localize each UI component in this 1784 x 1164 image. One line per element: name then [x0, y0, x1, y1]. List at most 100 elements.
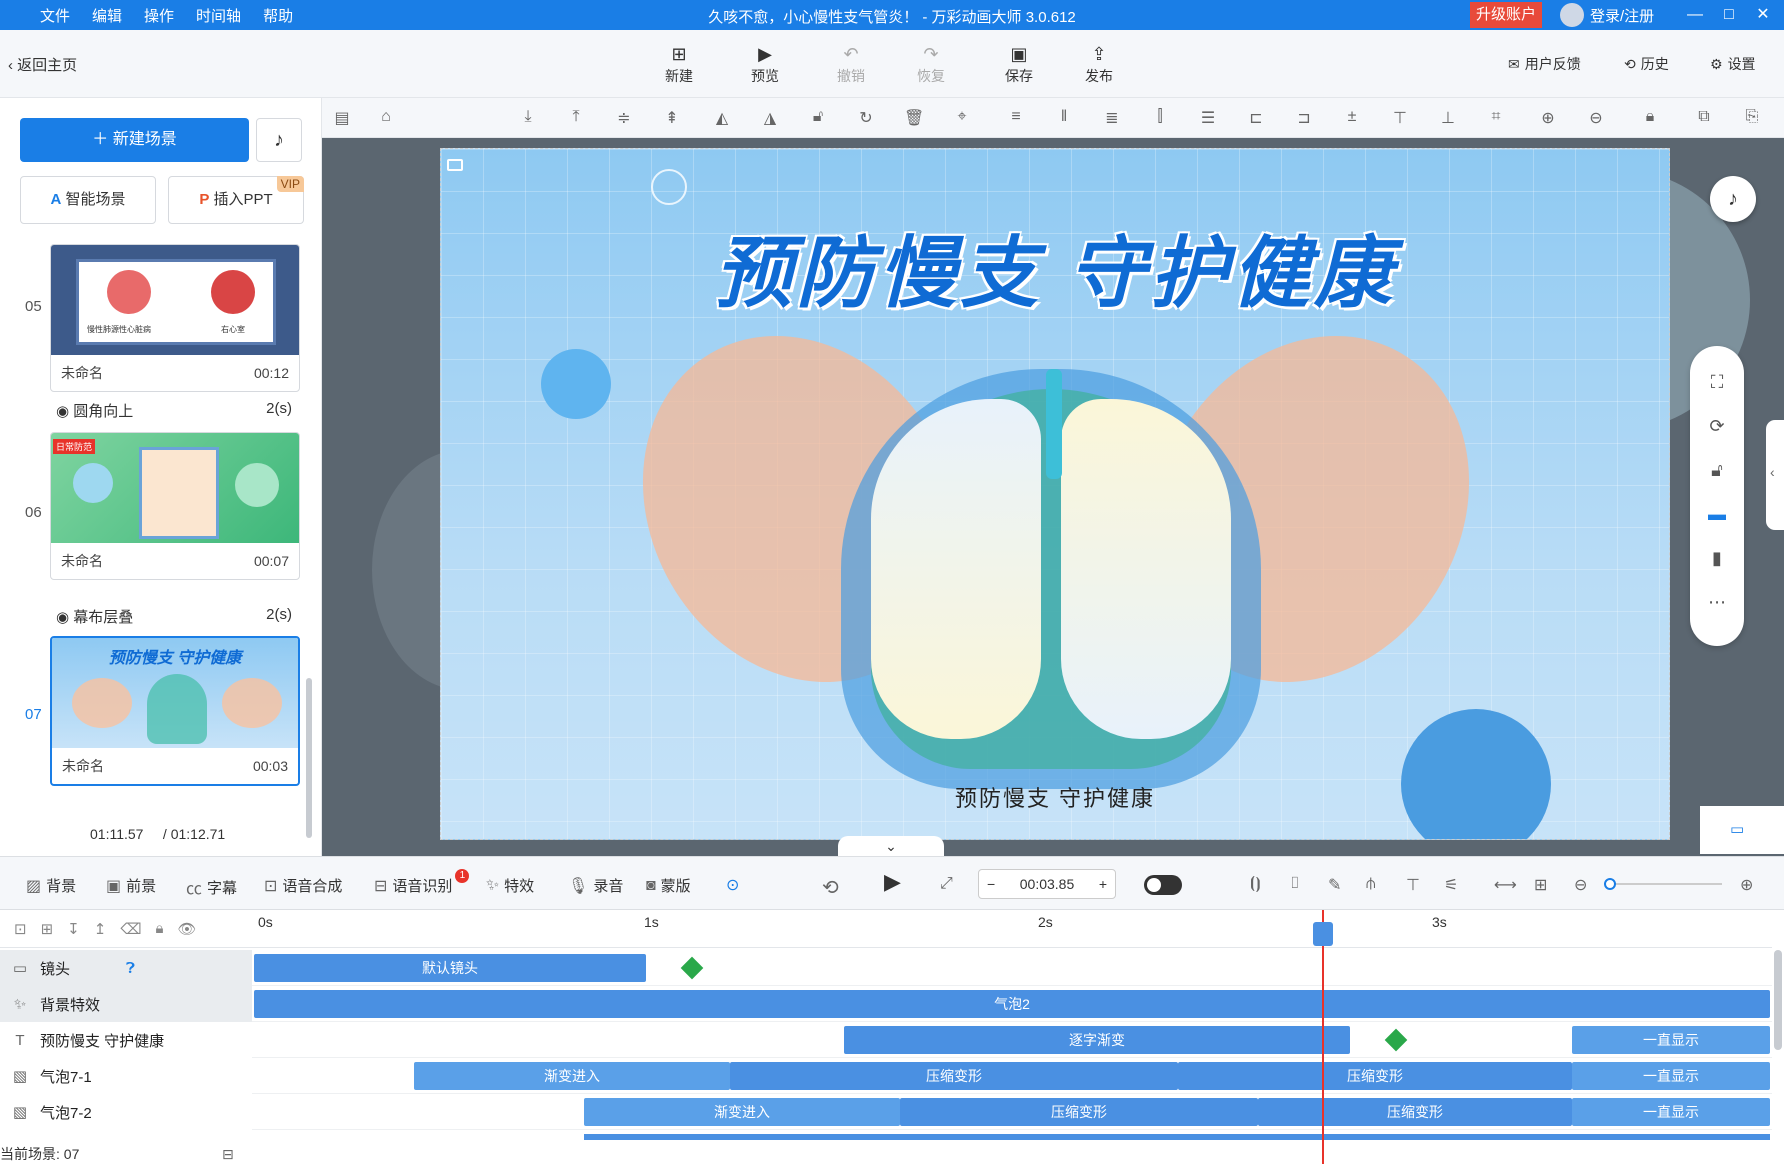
paste-icon[interactable]: ⎘ [1742, 108, 1762, 126]
fit-screen-icon[interactable]: ⛶ [1690, 372, 1744, 393]
timeline-segment[interactable]: 一直显示 [1572, 1062, 1770, 1090]
flip-horizontal-icon[interactable]: ◭ [712, 108, 732, 128]
more-icon[interactable]: ⋯ [1690, 592, 1744, 613]
landscape-icon[interactable]: ▬ [1690, 504, 1744, 525]
timeline-segment[interactable]: 压缩变形 [1178, 1062, 1572, 1090]
scene-list-scrollbar[interactable] [306, 678, 312, 838]
timecode-stepper[interactable]: − 00:03.85 + [978, 869, 1116, 899]
minimize-icon[interactable]: — [1684, 4, 1706, 26]
unlock-icon[interactable]: 🔓︎ [1690, 460, 1744, 481]
fullscreen-button[interactable]: ⤢ [940, 875, 953, 893]
playhead[interactable] [1322, 910, 1324, 1164]
move-up-icon[interactable]: ↥ [94, 920, 107, 938]
replay-button[interactable]: ⟲ [822, 875, 839, 900]
fit-width-button[interactable]: ⟷ [1494, 875, 1517, 895]
scene-thumbnail-05[interactable]: 慢性肺源性心脏病 右心室 未命名 00:12 [50, 244, 300, 392]
portrait-icon[interactable]: ▮ [1690, 548, 1744, 569]
keyframe-icon[interactable] [680, 956, 704, 980]
distribute-icon[interactable]: ⇞ [662, 108, 682, 128]
timeline-segment[interactable]: 渐变进入 [414, 1062, 730, 1090]
background-button[interactable]: ▨ 背景 [26, 875, 76, 896]
redo-button[interactable]: ↷ 恢复 [900, 42, 962, 86]
new-scene-button[interactable]: ＋ 新建场景 [20, 118, 249, 162]
save-button[interactable]: ▣ 保存 [988, 42, 1050, 86]
publish-button[interactable]: ⇪ 发布 [1068, 42, 1130, 86]
transition-item[interactable]: ◉ 幕布层叠 2(s) [56, 606, 292, 627]
playhead-handle[interactable] [1313, 922, 1333, 946]
distribute-v-icon[interactable]: ☰ [1198, 108, 1218, 128]
transition-item[interactable]: ◉ 圆角向上 2(s) [56, 400, 292, 421]
center-h-icon[interactable]: ± [1342, 108, 1362, 126]
track-row[interactable]: ✨︎ 背景特效 气泡2 [0, 986, 1772, 1022]
play-button[interactable]: ▶ [884, 869, 901, 895]
rotate-device-icon[interactable]: ⟳ [1690, 416, 1744, 437]
undo-button[interactable]: ↶ 撤销 [820, 42, 882, 86]
flip-vertical-icon[interactable]: ◮ [760, 108, 780, 128]
time-ruler[interactable]: 0s 1s 2s 3s [252, 910, 1772, 948]
delete-icon[interactable]: ⌫ [120, 920, 141, 938]
bottom-align-icon[interactable]: ⊥ [1438, 108, 1458, 128]
history-button[interactable]: ⟲ 历史 [1624, 54, 1669, 74]
new-button[interactable]: ⊞ 新建 [648, 42, 710, 86]
subtitle-text[interactable]: 预防慢支 守护健康 [441, 781, 1669, 813]
plus-icon[interactable]: + [1099, 876, 1107, 892]
align-l-icon[interactable]: ⊏ [1246, 108, 1266, 128]
focus-icon[interactable]: ⌖ [952, 108, 972, 126]
music-note-button[interactable]: ♪ [1710, 176, 1756, 222]
close-icon[interactable]: ✕ [1752, 4, 1774, 26]
split-button[interactable]: ⫛ [1366, 875, 1376, 893]
doc-icon[interactable]: ⊟ [222, 1146, 234, 1163]
filter-button[interactable]: ⊤ [1406, 875, 1420, 895]
copy-icon[interactable]: ⧉ [1694, 108, 1714, 126]
edit-button[interactable]: ✎ [1328, 875, 1341, 895]
track-row[interactable]: ▭ 镜头 ❓︎ 默认镜头 [0, 950, 1772, 986]
right-lung-image[interactable] [1061, 399, 1231, 739]
settings-button[interactable]: ⚙ 设置 [1710, 54, 1756, 74]
scene-thumbnail-07[interactable]: 预防慢支 守护健康 未命名 00:03 [50, 636, 300, 786]
eye-icon[interactable]: 👁︎ [178, 920, 197, 938]
loop-toggle[interactable] [1144, 875, 1182, 895]
timeline-segment[interactable]: 一直显示 [1572, 1026, 1770, 1054]
mini-preview[interactable]: ▭ [1700, 806, 1784, 854]
bubble-image[interactable] [651, 169, 687, 205]
track-row[interactable]: ▧ 气泡7-1 渐变进入 压缩变形 压缩变形 一直显示 [0, 1058, 1772, 1094]
zoom-out-icon[interactable]: ⊖ [1586, 108, 1606, 128]
timeline-segment[interactable]: 气泡2 [254, 990, 1770, 1018]
subtitle-button[interactable]: ㏄字幕 [186, 875, 237, 899]
foreground-button[interactable]: ▣ 前景 [106, 875, 156, 896]
music-button[interactable]: ♪ [256, 118, 302, 162]
mask-button[interactable]: ◙ 蒙版 [646, 875, 691, 896]
timeline-segment[interactable]: 压缩变形 [900, 1098, 1258, 1126]
lock-icon[interactable]: 🔒︎ [156, 920, 164, 937]
lock-canvas-icon[interactable]: 🔒︎ [1640, 108, 1660, 126]
record-button[interactable]: 🎙︎ 录音 [568, 875, 623, 896]
back-home-button[interactable]: ‹ 返回主页 [8, 54, 77, 75]
effects-button[interactable]: ✨︎ 特效 [486, 875, 534, 896]
tts-button[interactable]: ⊡ 语音合成 [264, 875, 342, 896]
move-down-icon[interactable]: ↧ [67, 920, 80, 938]
speech-recognition-button[interactable]: ⊟ 语音识别 1 [374, 868, 471, 896]
lock-icon[interactable]: 🔓︎ [808, 108, 828, 126]
track-row[interactable]: ▧ 气泡7-2 渐变进入 压缩变形 压缩变形 一直显示 [0, 1094, 1772, 1130]
home-icon[interactable]: ⌂ [376, 108, 396, 126]
add-folder-icon[interactable]: ⊞ [41, 920, 54, 938]
timeline-segment[interactable] [584, 1134, 1770, 1140]
left-lung-image[interactable] [871, 399, 1041, 739]
adjust-button[interactable]: ⚟ [1444, 875, 1458, 895]
zoom-slider-handle[interactable] [1604, 878, 1616, 890]
insert-ppt-button[interactable]: P 插入PPT VIP [168, 176, 304, 224]
timeline-segment[interactable]: 一直显示 [1572, 1098, 1770, 1126]
layout-icon[interactable]: ▤ [332, 108, 352, 128]
scene-canvas[interactable]: 预防慢支 守护健康 预防慢支 守护健康 [440, 148, 1670, 840]
timeline-segment[interactable]: 逐字渐变 [844, 1026, 1350, 1054]
zoom-in-button[interactable]: ⊕ [1740, 875, 1753, 895]
headline-text[interactable]: 预防慢支 守护健康 [441, 211, 1669, 323]
add-layer-icon[interactable]: ⊡ [14, 920, 27, 938]
zoom-in-icon[interactable]: ⊕ [1538, 108, 1558, 128]
zoom-out-button[interactable]: ⊖ [1574, 875, 1587, 895]
top-align-icon[interactable]: ⊤ [1390, 108, 1410, 128]
delete-icon[interactable]: 🗑︎ [904, 108, 924, 128]
keyframe-icon[interactable] [1384, 1028, 1408, 1052]
timeline-segment[interactable]: 默认镜头 [254, 954, 646, 982]
track-row[interactable]: T 预防慢支 守护健康 逐字渐变 一直显示 [0, 1022, 1772, 1058]
